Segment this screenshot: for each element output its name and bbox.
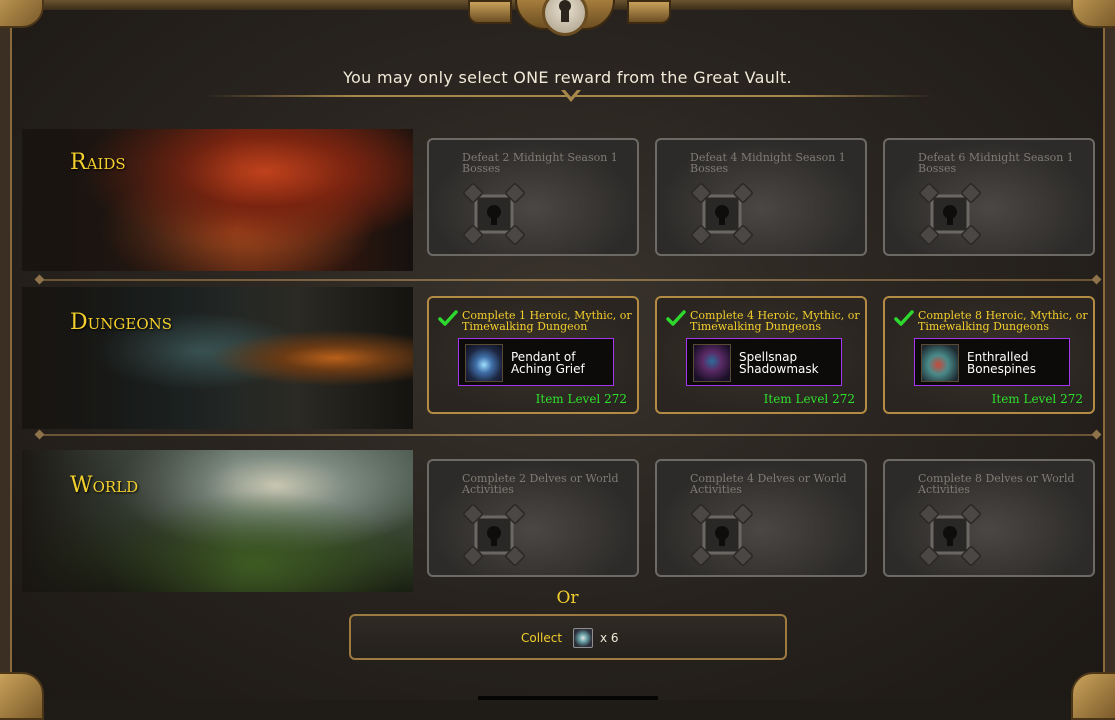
- world-artwork: [22, 450, 413, 592]
- item-level: Item Level 272: [535, 392, 627, 406]
- slot-requirement: Defeat 6 Midnight Season 1 Bosses: [918, 151, 1074, 175]
- dungeon-slot-3[interactable]: Complete 8 Heroic, Mythic, or Timewalkin…: [883, 296, 1095, 414]
- world-slot-3[interactable]: Complete 8 Delves or World Activities: [883, 459, 1095, 577]
- slot-requirement: Complete 1 Heroic, Mythic, or Timewalkin…: [462, 309, 632, 333]
- checkmark-icon: [894, 308, 914, 328]
- reward-item-name: Spellsnap Shadowmask: [739, 350, 819, 376]
- raid-slot-3[interactable]: Defeat 6 Midnight Season 1 Bosses: [883, 138, 1095, 256]
- great-vault-window: You may only select ONE reward from the …: [0, 0, 1115, 720]
- slot-requirement: Defeat 4 Midnight Season 1 Bosses: [690, 151, 846, 175]
- emblem-bracket: [468, 0, 512, 24]
- slot-requirement: Complete 8 Delves or World Activities: [918, 472, 1075, 496]
- slot-requirement: Complete 8 Heroic, Mythic, or Timewalkin…: [918, 309, 1088, 333]
- emblem-bracket: [627, 0, 671, 24]
- slot-requirement: Complete 4 Heroic, Mythic, or Timewalkin…: [690, 309, 860, 333]
- item-level: Item Level 272: [991, 392, 1083, 406]
- row-divider: [40, 434, 1096, 436]
- currency-icon: [573, 628, 593, 648]
- bonespines-icon: [921, 344, 959, 382]
- row-divider: [40, 279, 1096, 281]
- lock-icon: [918, 182, 982, 246]
- or-separator: Or: [556, 588, 579, 608]
- vault-lock-emblem-icon: [515, 0, 615, 46]
- reward-item-name: Pendant of Aching Grief: [511, 350, 585, 376]
- world-slot-2[interactable]: Complete 4 Delves or World Activities: [655, 459, 867, 577]
- corner-ornament: [1071, 0, 1115, 28]
- item-level: Item Level 272: [763, 392, 855, 406]
- slot-requirement: Complete 2 Delves or World Activities: [462, 472, 619, 496]
- header-divider-notch: [561, 90, 581, 102]
- lock-icon: [462, 182, 526, 246]
- bottom-edge: [478, 696, 658, 700]
- vault-instruction-text: You may only select ONE reward from the …: [343, 68, 792, 87]
- reward-item[interactable]: Enthralled Bonespines: [914, 338, 1070, 386]
- dungeons-row-label: Dungeons: [70, 310, 173, 335]
- corner-ornament: [0, 0, 44, 28]
- reward-item-name: Enthralled Bonespines: [967, 350, 1037, 376]
- checkmark-icon: [438, 308, 458, 328]
- raid-slot-2[interactable]: Defeat 4 Midnight Season 1 Bosses: [655, 138, 867, 256]
- corner-ornament: [1071, 672, 1115, 720]
- reward-item[interactable]: Pendant of Aching Grief: [458, 338, 614, 386]
- dungeon-slot-1[interactable]: Complete 1 Heroic, Mythic, or Timewalkin…: [427, 296, 639, 414]
- pendant-icon: [465, 344, 503, 382]
- world-row-label: World: [70, 473, 139, 498]
- dungeon-slot-2[interactable]: Complete 4 Heroic, Mythic, or Timewalkin…: [655, 296, 867, 414]
- collect-currency-button[interactable]: Collect x 6: [349, 614, 787, 660]
- slot-requirement: Defeat 2 Midnight Season 1 Bosses: [462, 151, 618, 175]
- corner-ornament: [0, 672, 44, 720]
- lock-icon: [462, 503, 526, 567]
- collect-count: x 6: [600, 631, 619, 645]
- checkmark-icon: [666, 308, 686, 328]
- lock-icon: [918, 503, 982, 567]
- lock-icon: [690, 182, 754, 246]
- mask-icon: [693, 344, 731, 382]
- raid-slot-1[interactable]: Defeat 2 Midnight Season 1 Bosses: [427, 138, 639, 256]
- collect-label: Collect: [521, 631, 563, 645]
- dungeons-artwork: [22, 287, 413, 429]
- lock-icon: [690, 503, 754, 567]
- world-slot-1[interactable]: Complete 2 Delves or World Activities: [427, 459, 639, 577]
- slot-requirement: Complete 4 Delves or World Activities: [690, 472, 847, 496]
- reward-item[interactable]: Spellsnap Shadowmask: [686, 338, 842, 386]
- raids-row-label: Raids: [70, 150, 126, 175]
